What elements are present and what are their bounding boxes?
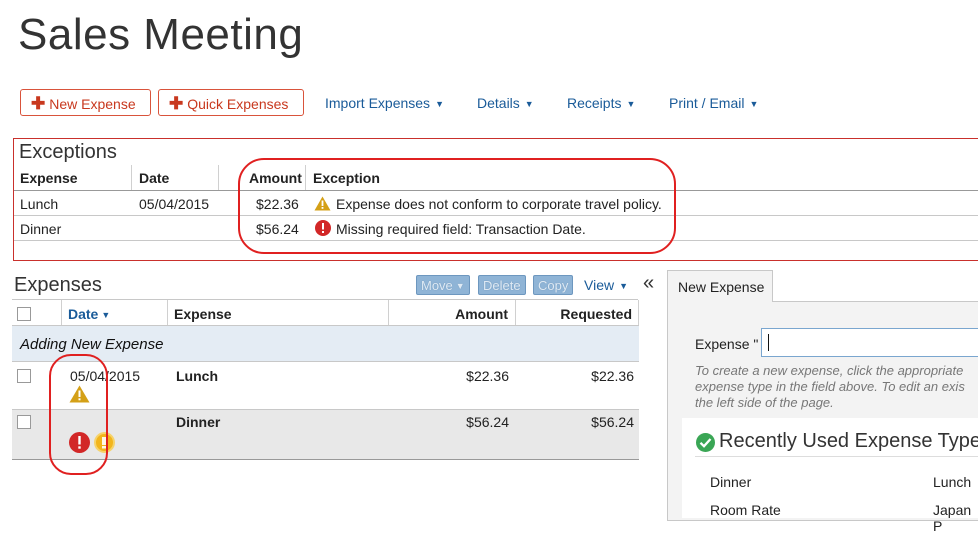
divider [167,300,168,325]
chevron-down-icon: ▼ [619,281,629,291]
chevron-down-icon: ▼ [626,99,636,109]
row-checkbox[interactable] [17,369,31,383]
chevron-down-icon: ▼ [455,281,465,291]
recent-type-item[interactable]: Room Rate [710,502,781,518]
new-expense-hint: To create a new expense, click the appro… [695,363,978,411]
exc-col-expense: Expense [20,170,78,186]
exc-row-expense: Lunch [20,196,59,212]
print-email-label: Print / Email [669,95,745,111]
date-sort-header[interactable]: Date ▼ [68,306,110,322]
row-requested: $22.36 [591,368,634,384]
page-title: Sales Meeting [18,10,304,59]
recent-type-item[interactable]: Dinner [710,474,751,490]
divider [515,300,516,325]
hint-line: To create a new expense, click the appro… [695,363,964,378]
divider [131,165,132,190]
divider [61,300,62,325]
expense-field-label: Expense " [695,336,759,352]
exceptions-title: Exceptions [19,141,117,163]
row-requested: $56.24 [591,414,634,430]
tab-new-expense[interactable]: New Expense [667,270,773,302]
date-header-label: Date [68,306,99,322]
highlight-annotation [49,354,108,475]
text-cursor [768,334,769,351]
quick-expenses-label: Quick Expenses [187,96,289,112]
plus-icon: ✚ [169,94,184,113]
group-header-label: Adding New Expense [20,336,164,353]
divider [695,456,978,457]
divider [12,299,638,300]
import-expenses-label: Import Expenses [325,95,431,111]
copy-button[interactable]: Copy [533,275,574,295]
divider [388,300,389,325]
highlight-annotation [238,158,676,254]
move-label: Move [421,278,453,293]
details-label: Details [477,95,520,111]
view-label: View [584,277,615,293]
view-menu[interactable]: View ▼ [584,277,628,293]
receipts-menu[interactable]: Receipts ▼ [567,95,635,111]
delete-button[interactable]: Delete [478,275,526,295]
details-menu[interactable]: Details ▼ [477,95,534,111]
exc-row-date: 05/04/2015 [139,196,210,212]
exc-col-date: Date [139,170,170,186]
amount-header: Amount [455,306,508,322]
collapse-panel-icon[interactable]: « [643,272,654,295]
select-all-checkbox[interactable] [17,307,31,321]
receipts-label: Receipts [567,95,622,111]
row-expense: Dinner [176,414,221,430]
new-expense-label: New Expense [49,96,136,112]
new-expense-button[interactable]: ✚ New Expense [20,89,151,116]
import-expenses-menu[interactable]: Import Expenses ▼ [325,95,444,111]
row-checkbox[interactable] [17,415,31,429]
move-button[interactable]: Move ▼ [416,275,470,295]
hint-line: expense type in the field above. To edit… [695,379,965,394]
check-circle-icon [696,433,715,452]
row-amount: $22.36 [466,368,509,384]
requested-header: Requested [560,306,632,322]
chevron-down-icon: ▼ [749,99,759,109]
expenses-title: Expenses [14,274,102,296]
print-email-menu[interactable]: Print / Email ▼ [669,95,758,111]
expense-header: Expense [174,306,232,322]
quick-expenses-button[interactable]: ✚ Quick Expenses [158,89,304,116]
chevron-down-icon: ▼ [524,99,534,109]
tab-connector [668,300,772,302]
plus-icon: ✚ [31,94,46,113]
recent-types-title: Recently Used Expense Types [719,430,978,452]
chevron-down-icon: ▼ [435,99,444,109]
row-expense: Lunch [176,368,218,384]
recent-type-item[interactable]: Lunch [933,474,971,490]
sort-down-icon: ▼ [101,310,111,320]
row-amount: $56.24 [466,414,509,430]
divider [218,165,219,190]
recent-type-item[interactable]: Japan P [933,502,978,534]
exc-row-expense: Dinner [20,221,62,237]
divider [638,300,639,325]
hint-line: the left side of the page. [695,395,834,410]
expense-type-input[interactable] [761,328,978,357]
